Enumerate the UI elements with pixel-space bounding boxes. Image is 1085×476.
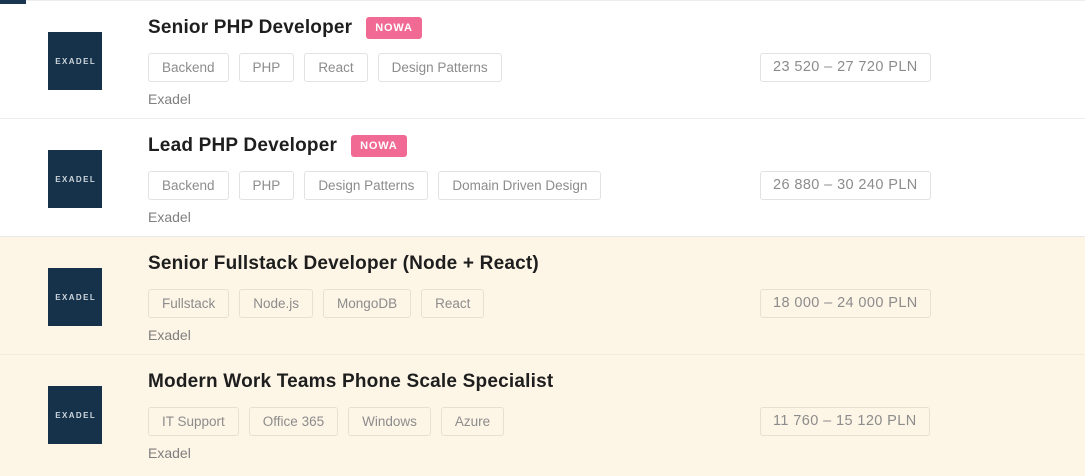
salary-range: 23 520 – 27 720 PLN bbox=[760, 53, 931, 82]
tag: Design Patterns bbox=[304, 171, 428, 200]
job-title: Lead PHP Developer bbox=[148, 134, 337, 158]
company-logo: EXADEL bbox=[48, 32, 102, 90]
tag: Fullstack bbox=[148, 289, 229, 318]
job-list: EXADEL Senior PHP Developer NOWA Backend… bbox=[0, 0, 1085, 476]
company-logo: EXADEL bbox=[48, 268, 102, 326]
tag: Office 365 bbox=[249, 407, 338, 436]
salary-range: 11 760 – 15 120 PLN bbox=[760, 407, 930, 436]
job-title: Modern Work Teams Phone Scale Specialist bbox=[148, 370, 553, 394]
job-listing-lead-php[interactable]: EXADEL Lead PHP Developer NOWA Backend P… bbox=[0, 118, 1085, 236]
company-logo-text: EXADEL bbox=[55, 293, 96, 302]
tag: React bbox=[304, 53, 367, 82]
title-line: Senior PHP Developer NOWA bbox=[148, 16, 1085, 40]
company-logo-text: EXADEL bbox=[55, 175, 96, 184]
company-name: Exadel bbox=[148, 327, 1085, 344]
job-listing-modern-work[interactable]: EXADEL Modern Work Teams Phone Scale Spe… bbox=[0, 354, 1085, 476]
tag: Azure bbox=[441, 407, 504, 436]
title-line: Modern Work Teams Phone Scale Specialist bbox=[148, 370, 1085, 394]
company-logo: EXADEL bbox=[48, 386, 102, 444]
job-listing-senior-fullstack[interactable]: EXADEL Senior Fullstack Developer (Node … bbox=[0, 236, 1085, 354]
tag: Windows bbox=[348, 407, 431, 436]
corner-fragment bbox=[0, 0, 26, 4]
tag: Node.js bbox=[239, 289, 313, 318]
tag: IT Support bbox=[148, 407, 239, 436]
tag-list: IT Support Office 365 Windows Azure bbox=[148, 407, 1085, 436]
company-logo-text: EXADEL bbox=[55, 57, 96, 66]
job-title: Senior PHP Developer bbox=[148, 16, 352, 40]
job-title: Senior Fullstack Developer (Node + React… bbox=[148, 252, 539, 276]
new-badge: NOWA bbox=[366, 17, 421, 39]
salary-range: 26 880 – 30 240 PLN bbox=[760, 171, 931, 200]
tag: PHP bbox=[239, 171, 295, 200]
title-line: Senior Fullstack Developer (Node + React… bbox=[148, 252, 1085, 276]
tag: Domain Driven Design bbox=[438, 171, 601, 200]
tag-list: Backend PHP Design Patterns Domain Drive… bbox=[148, 171, 1085, 200]
tag: Backend bbox=[148, 53, 229, 82]
tag-list: Backend PHP React Design Patterns bbox=[148, 53, 1085, 82]
tag-list: Fullstack Node.js MongoDB React bbox=[148, 289, 1085, 318]
tag: Design Patterns bbox=[378, 53, 502, 82]
company-name: Exadel bbox=[148, 91, 1085, 108]
job-listing-senior-php[interactable]: EXADEL Senior PHP Developer NOWA Backend… bbox=[0, 0, 1085, 118]
salary-range: 18 000 – 24 000 PLN bbox=[760, 289, 931, 318]
tag: PHP bbox=[239, 53, 295, 82]
tag: MongoDB bbox=[323, 289, 411, 318]
tag: Backend bbox=[148, 171, 229, 200]
company-logo: EXADEL bbox=[48, 150, 102, 208]
title-line: Lead PHP Developer NOWA bbox=[148, 134, 1085, 158]
company-logo-text: EXADEL bbox=[55, 411, 96, 420]
tag: React bbox=[421, 289, 484, 318]
company-name: Exadel bbox=[148, 209, 1085, 226]
new-badge: NOWA bbox=[351, 135, 406, 157]
company-name: Exadel bbox=[148, 445, 1085, 462]
